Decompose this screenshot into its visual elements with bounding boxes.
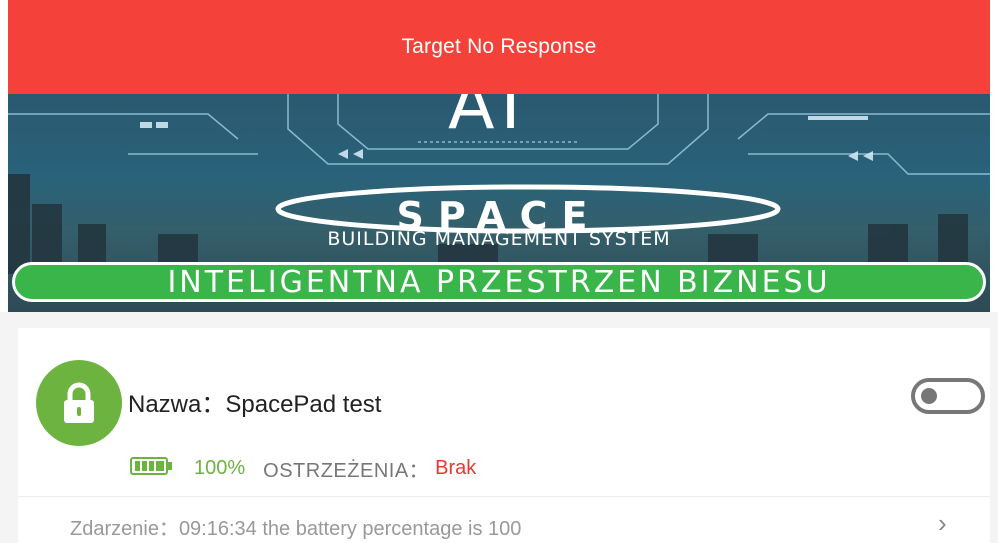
device-status-row: 100% OSTRZEŻENIA： Brak (130, 454, 476, 483)
device-list: Nazwa：SpacePad test 100% OSTRZEŻENIA： Br… (0, 312, 998, 543)
device-event-row[interactable]: Zdarzenie：09:16:34 the battery percentag… (70, 512, 521, 541)
device-name-value: SpacePad test (225, 391, 382, 418)
lock-icon (36, 360, 122, 446)
toast-message: Target No Response (401, 35, 597, 58)
device-name-label: Nazwa： (128, 391, 226, 418)
banner-subtitle: BUILDING MANAGEMENT SYSTEM (327, 228, 671, 250)
battery-icon (130, 456, 174, 482)
warnings-value: Brak (435, 457, 477, 479)
banner-ai-text: AI (448, 94, 527, 145)
event-label: Zdarzenie： (70, 518, 179, 540)
warnings-label: OSTRZEŻENIA： (263, 460, 430, 482)
card-divider (18, 496, 990, 497)
battery-percent: 100% (194, 457, 246, 479)
toggle-knob (921, 388, 937, 404)
banner-slogan: INTELIGENTNA PRZESTRZEN BIZNESU (12, 262, 986, 302)
device-toggle-switch[interactable] (911, 378, 985, 414)
chevron-right-icon[interactable]: › (938, 508, 947, 539)
event-value: 09:16:34 the battery percentage is 100 (178, 518, 522, 540)
device-name-row: Nazwa：SpacePad test (128, 384, 381, 419)
space-bms-banner: AI SPACE BUILDING MANAGEMENT SYSTEM INTE… (8, 94, 990, 312)
target-no-response-toast: Target No Response (8, 0, 990, 94)
device-card[interactable]: Nazwa：SpacePad test 100% OSTRZEŻENIA： Br… (18, 328, 990, 543)
